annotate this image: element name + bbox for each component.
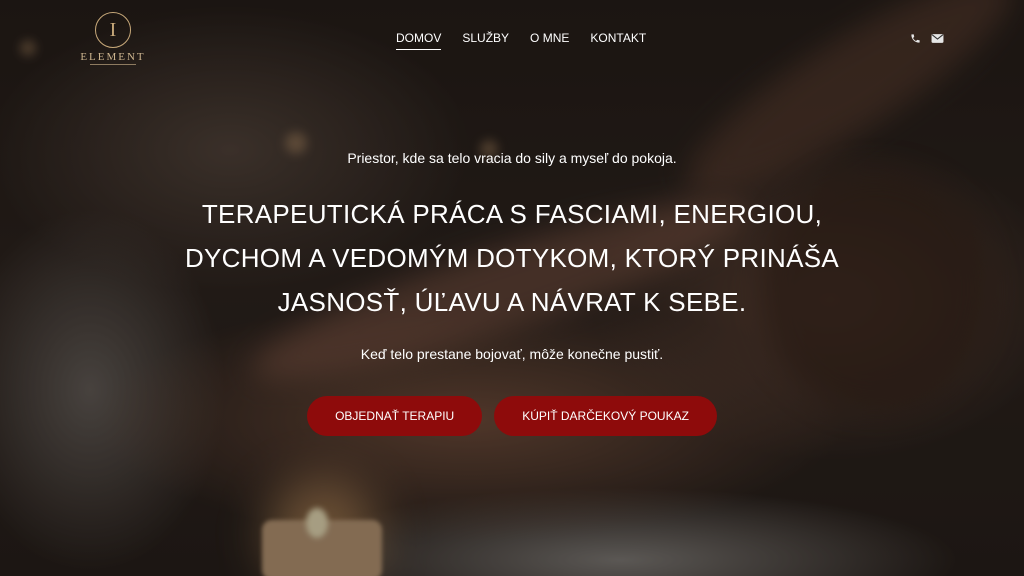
hero-tagline: Priestor, kde sa telo vracia do sily a m…	[347, 150, 677, 166]
logo-underline	[90, 64, 136, 65]
hero-section: Priestor, kde sa telo vracia do sily a m…	[0, 150, 1024, 436]
book-therapy-button[interactable]: OBJEDNAŤ TERAPIU	[307, 396, 483, 436]
nav-item-o-mne[interactable]: O MNE	[530, 31, 569, 50]
contact-icons	[910, 33, 944, 44]
site-header: I ELEMENT DOMOV SLUŽBY O MNE KONTAKT	[0, 0, 1024, 80]
main-nav: DOMOV SLUŽBY O MNE KONTAKT	[396, 31, 646, 50]
brand-name: ELEMENT	[80, 51, 146, 63]
hero-headline: TERAPEUTICKÁ PRÁCA S FASCIAMI, ENERGIOU,…	[184, 199, 840, 317]
hero-subline: Keď telo prestane bojovať, môže konečne …	[360, 346, 664, 362]
brand-logo[interactable]: I ELEMENT	[78, 12, 148, 65]
logo-emblem-letter: I	[109, 18, 117, 41]
nav-item-kontakt[interactable]: KONTAKT	[590, 31, 646, 50]
logo-emblem-icon: I	[95, 12, 131, 48]
mail-icon[interactable]	[931, 33, 944, 44]
nav-item-sluzby[interactable]: SLUŽBY	[462, 31, 509, 50]
buy-gift-voucher-button[interactable]: KÚPIŤ DARČEKOVÝ POUKAZ	[494, 396, 717, 436]
nav-item-domov[interactable]: DOMOV	[396, 31, 442, 50]
hero-buttons: OBJEDNAŤ TERAPIU KÚPIŤ DARČEKOVÝ POUKAZ	[0, 396, 1024, 436]
phone-icon[interactable]	[910, 33, 921, 44]
